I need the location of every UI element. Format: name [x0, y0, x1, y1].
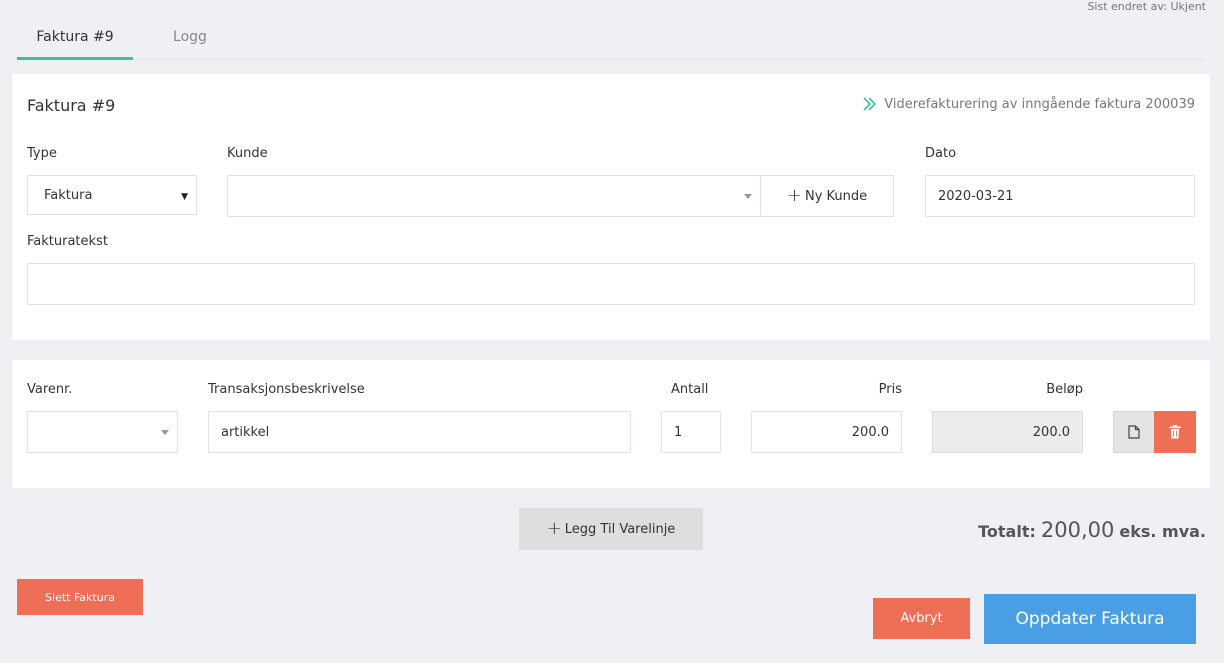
total-prefix: Totalt: — [978, 522, 1036, 541]
plus-icon: + — [786, 185, 802, 206]
trash-icon — [1169, 425, 1181, 439]
tab-log[interactable]: Logg — [151, 26, 229, 60]
double-chevron-right-icon — [863, 97, 877, 111]
item-no-header: Varenr. — [27, 382, 73, 397]
tab-invoice[interactable]: Faktura #9 — [17, 26, 133, 60]
add-line-button[interactable]: + Legg Til Varelinje — [519, 508, 703, 550]
date-value: 2020-03-21 — [938, 188, 1014, 204]
invoice-details-card: Faktura #9 Viderefakturering av inngåend… — [12, 74, 1210, 340]
total-amount: 200,00 — [1040, 518, 1115, 542]
type-select-value: Faktura — [44, 187, 93, 203]
tab-bar: Faktura #9 Logg — [17, 26, 1204, 60]
caret-down-icon — [744, 194, 752, 199]
new-customer-button[interactable]: + Ny Kunde — [760, 175, 894, 217]
customer-select[interactable] — [227, 175, 761, 217]
update-invoice-button[interactable]: Oppdater Faktura — [984, 594, 1196, 644]
amount-field: 200.0 — [932, 411, 1083, 453]
add-line-label: Legg Til Varelinje — [564, 521, 676, 537]
invoice-text-label: Fakturatekst — [27, 234, 108, 249]
last-edited-text: Sist endret av: Ukjent — [1087, 0, 1206, 13]
total-summary: Totalt: 200,00 eks. mva. — [978, 518, 1206, 542]
type-select[interactable]: Faktura ▼ — [27, 175, 197, 215]
invoice-title: Faktura #9 — [27, 96, 116, 115]
delete-line-button[interactable] — [1154, 411, 1196, 453]
line-details-button[interactable] — [1113, 411, 1155, 453]
caret-down-icon: ▼ — [181, 192, 188, 202]
quantity-value: 1 — [674, 424, 683, 440]
cancel-button[interactable]: Avbryt — [873, 598, 970, 639]
plus-icon: + — [546, 518, 562, 539]
total-suffix: eks. mva. — [1119, 522, 1206, 541]
rebilling-text: Viderefakturering av inngående faktura 2… — [884, 96, 1195, 112]
caret-down-icon — [161, 430, 169, 435]
price-input[interactable]: 200.0 — [751, 411, 902, 453]
quantity-header: Antall — [671, 382, 709, 397]
description-value: artikkel — [221, 424, 270, 440]
item-no-select[interactable] — [27, 411, 178, 453]
description-input[interactable]: artikkel — [208, 411, 631, 453]
date-input[interactable]: 2020-03-21 — [925, 175, 1195, 217]
quantity-input[interactable]: 1 — [661, 411, 721, 453]
price-value: 200.0 — [851, 424, 889, 440]
amount-value: 200.0 — [1032, 424, 1070, 440]
delete-invoice-button[interactable]: Slett Faktura — [17, 579, 143, 615]
new-customer-label: Ny Kunde — [804, 188, 868, 204]
date-label: Dato — [925, 146, 957, 161]
type-label: Type — [27, 146, 57, 161]
price-header: Pris — [878, 382, 902, 397]
description-header: Transaksjonsbeskrivelse — [208, 382, 365, 397]
document-icon — [1128, 425, 1140, 439]
invoice-lines-card: Varenr. Transaksjonsbeskrivelse Antall P… — [12, 360, 1210, 488]
invoice-text-input[interactable] — [27, 263, 1195, 305]
amount-header: Beløp — [1046, 382, 1083, 397]
rebilling-link[interactable]: Viderefakturering av inngående faktura 2… — [862, 96, 1195, 112]
customer-label: Kunde — [227, 146, 268, 161]
